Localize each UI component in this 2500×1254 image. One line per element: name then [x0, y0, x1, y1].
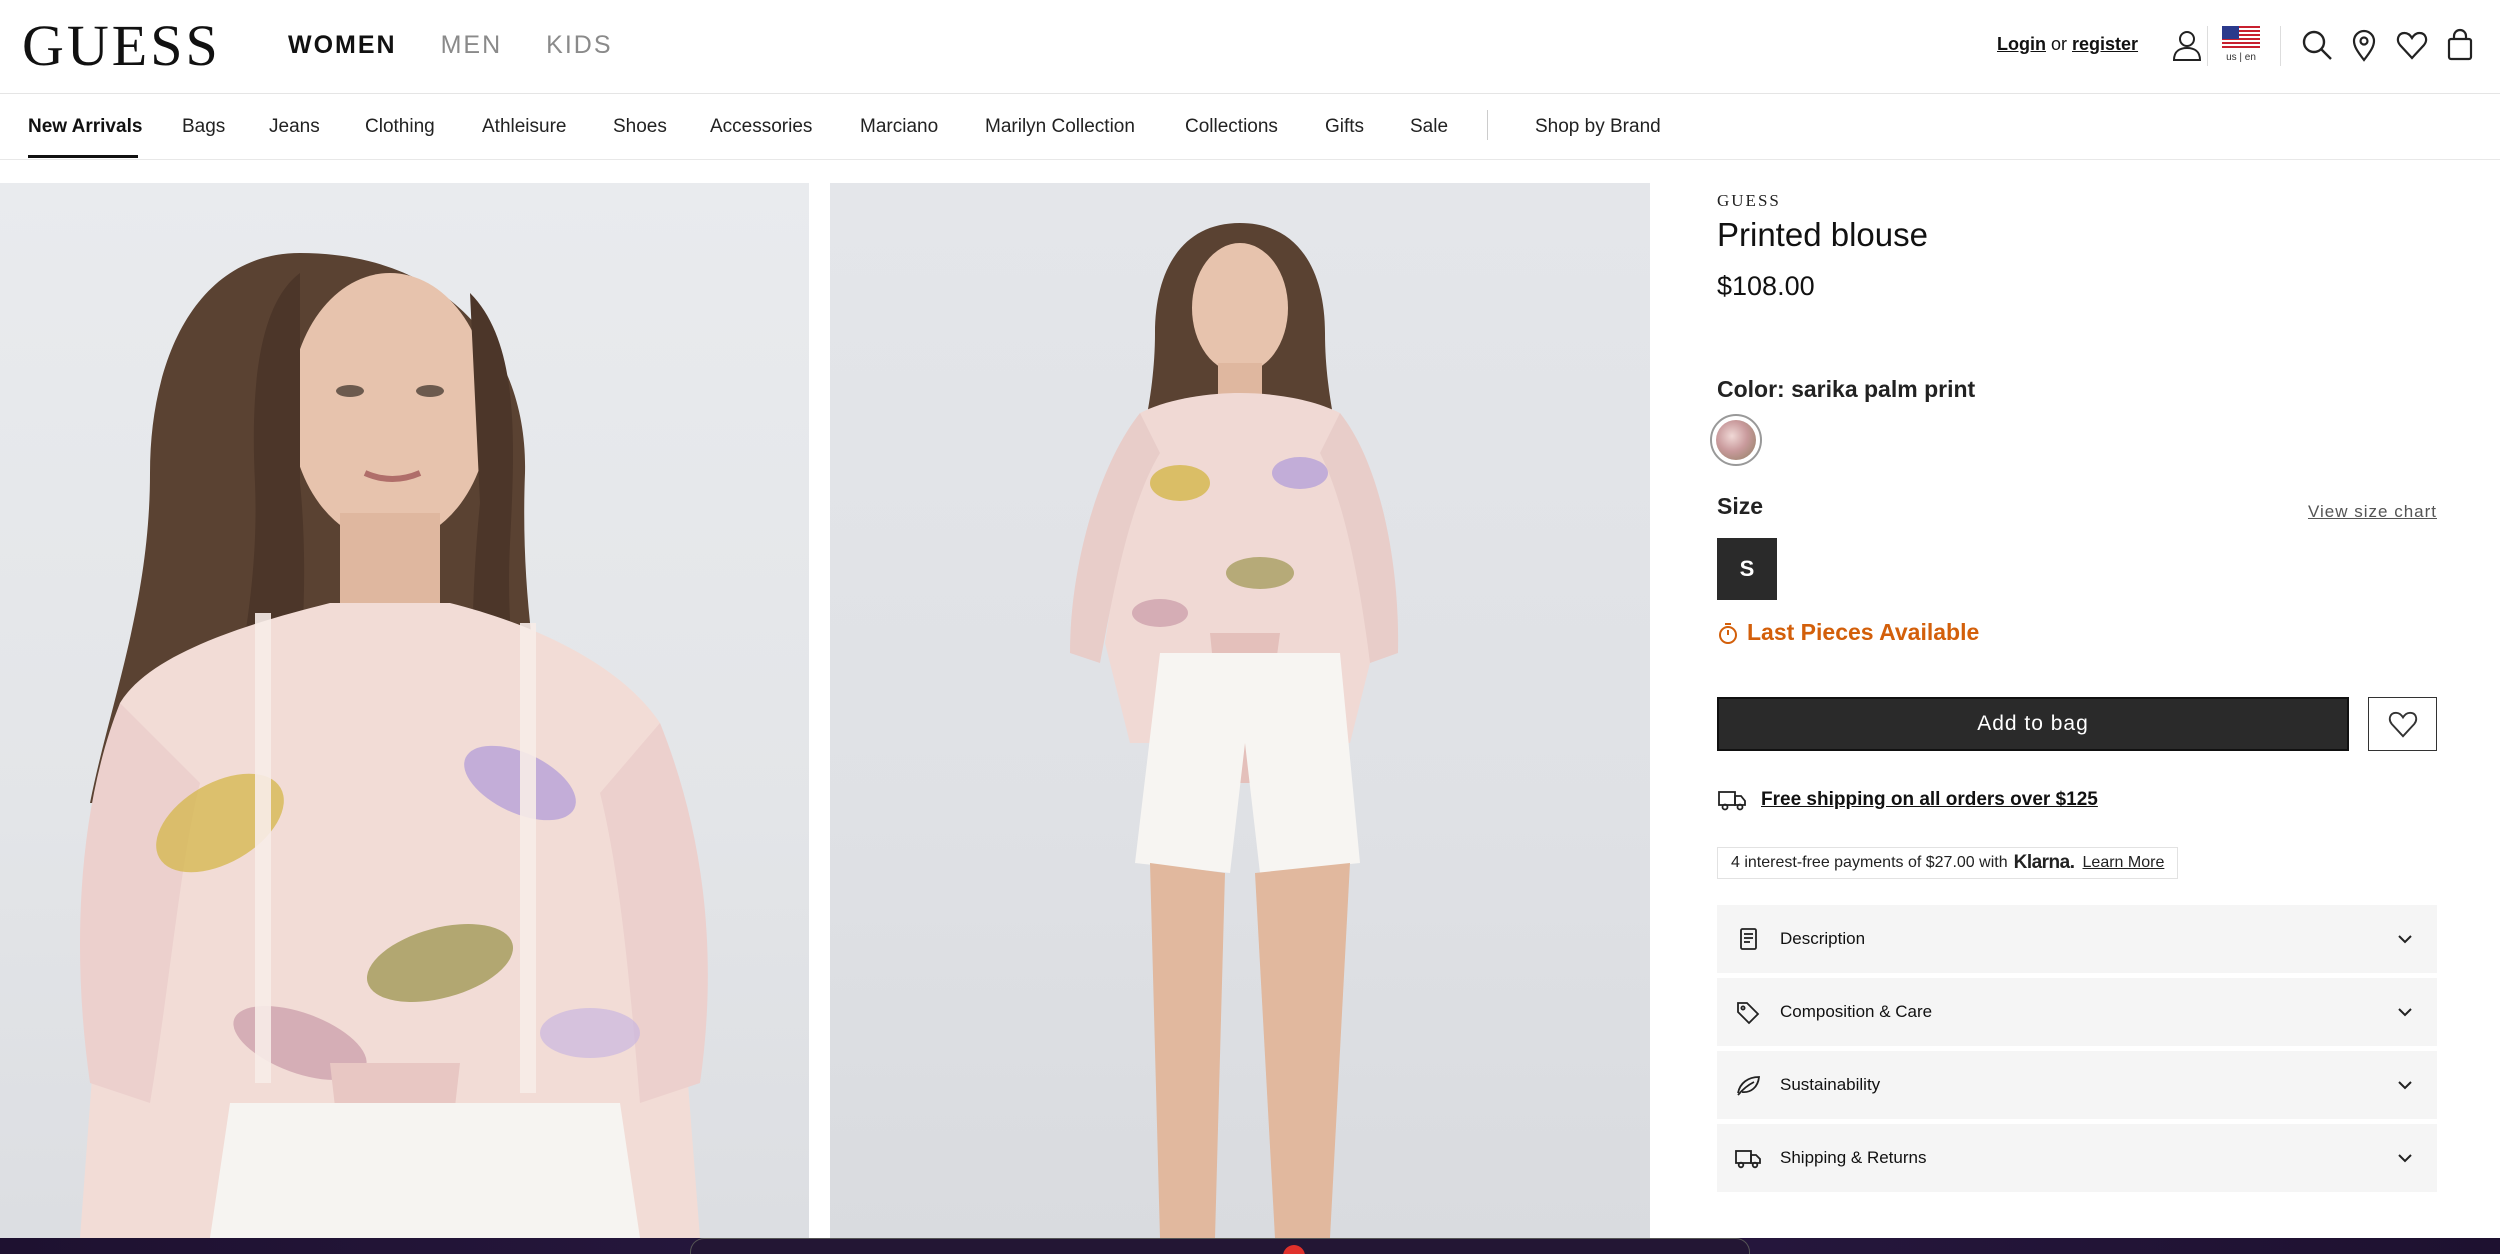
free-shipping-banner: Free shipping on all orders over $125: [1717, 788, 2098, 812]
add-to-bag-button[interactable]: Add to bag: [1717, 697, 2349, 751]
tab-women[interactable]: WOMEN: [288, 28, 397, 62]
store-locator-icon[interactable]: [2347, 28, 2381, 62]
header-divider: [2280, 26, 2281, 66]
chevron-down-icon: [2398, 1081, 2412, 1090]
product-brand: GUESS: [1717, 191, 1781, 210]
klarna-text: 4 interest-free payments of $27.00 with: [1731, 854, 2008, 871]
register-link[interactable]: register: [2072, 34, 2138, 54]
document-icon: [1740, 928, 1757, 950]
chevron-down-icon: [2398, 1008, 2412, 1017]
tab-men[interactable]: MEN: [441, 28, 503, 62]
nav-shop-by-brand[interactable]: Shop by Brand: [1535, 116, 1661, 138]
accordion-label: Composition & Care: [1780, 1002, 1933, 1021]
model-full-illustration: [1070, 223, 1399, 1238]
tag-icon: [1737, 1002, 1760, 1025]
klarna-logo: Klarna.: [2013, 852, 2075, 873]
site-header: GUESS WOMEN MEN KIDS Login or register u…: [0, 0, 2500, 94]
klarna-learn-more-link[interactable]: Learn More: [2083, 854, 2165, 872]
size-option-s[interactable]: S: [1717, 538, 1777, 600]
us-flag-icon: [2222, 26, 2260, 50]
add-to-wishlist-button[interactable]: [2368, 697, 2437, 751]
bottom-promo-tab[interactable]: [690, 1238, 1750, 1254]
product-price: $108.00: [1717, 271, 1815, 301]
nav-clothing[interactable]: Clothing: [365, 116, 435, 138]
color-swatch-sarika-palm-print[interactable]: [1710, 414, 1762, 466]
nav-divider: [1487, 110, 1488, 140]
auth-links: Login or register: [1997, 34, 2138, 55]
chevron-down-icon: [2398, 1154, 2412, 1163]
nav-sale[interactable]: Sale: [1410, 116, 1448, 138]
nav-marilyn-collection[interactable]: Marilyn Collection: [985, 116, 1135, 138]
search-icon[interactable]: [2300, 28, 2334, 62]
nav-collections[interactable]: Collections: [1185, 116, 1278, 138]
heart-icon: [2388, 711, 2417, 738]
tab-kids[interactable]: KIDS: [546, 28, 612, 62]
stock-status-text: Last Pieces Available: [1747, 619, 1980, 645]
size-label: Size: [1717, 493, 1764, 519]
nav-jeans[interactable]: Jeans: [269, 116, 320, 138]
swatch-fill: [1716, 420, 1756, 460]
klarna-payment-banner: 4 interest-free payments of $27.00 with …: [1717, 847, 2179, 879]
active-nav-underline: [28, 155, 138, 158]
nav-athleisure[interactable]: Athleisure: [482, 116, 567, 138]
leaf-icon: [1737, 1076, 1760, 1096]
truck-icon: [1718, 791, 1746, 811]
free-shipping-link[interactable]: Free shipping on all orders over $125: [1761, 789, 2098, 811]
account-icon[interactable]: [2170, 28, 2204, 62]
nav-gifts[interactable]: Gifts: [1325, 116, 1364, 138]
nav-accessories[interactable]: Accessories: [710, 116, 812, 138]
stock-status: Last Pieces Available: [1717, 619, 1979, 646]
nav-marciano[interactable]: Marciano: [860, 116, 938, 138]
wishlist-icon[interactable]: [2395, 28, 2429, 62]
truck-icon: [1735, 1150, 1761, 1169]
accordion-label: Description: [1780, 929, 1866, 948]
view-size-chart-link[interactable]: View size chart: [2308, 502, 2437, 522]
color-label: Color: sarika palm print: [1717, 376, 1976, 402]
accordion-sustainability[interactable]: Sustainability: [1717, 1051, 2437, 1119]
login-link[interactable]: Login: [1997, 34, 2046, 54]
model-closeup-illustration: [80, 253, 708, 1238]
accordion-shipping-returns[interactable]: Shipping & Returns: [1717, 1124, 2437, 1192]
product-name: Printed blouse: [1717, 216, 1928, 253]
nav-new-arrivals[interactable]: New Arrivals: [28, 116, 142, 138]
product-image-full[interactable]: [830, 183, 1650, 1238]
guess-logo[interactable]: GUESS: [22, 14, 221, 78]
header-divider: [2207, 26, 2208, 66]
accordion-label: Sustainability: [1780, 1075, 1881, 1094]
bottom-promo-bar: [0, 1238, 2500, 1254]
nav-bags[interactable]: Bags: [182, 116, 225, 138]
accordion-composition-care[interactable]: Composition & Care: [1717, 978, 2437, 1046]
timer-icon: [1719, 622, 1737, 644]
chevron-down-icon: [2398, 935, 2412, 944]
locale-selector[interactable]: us | en: [2222, 26, 2260, 68]
locale-label: us | en: [2226, 52, 2256, 63]
bag-icon[interactable]: [2443, 28, 2477, 62]
nav-shoes[interactable]: Shoes: [613, 116, 667, 138]
gender-nav: WOMEN MEN KIDS: [288, 28, 613, 62]
accordion-description[interactable]: Description: [1717, 905, 2437, 973]
or-text: or: [2050, 34, 2067, 54]
product-image-closeup[interactable]: [0, 183, 809, 1238]
accordion-label: Shipping & Returns: [1780, 1148, 1927, 1167]
category-nav: New Arrivals Bags Jeans Clothing Athleis…: [0, 95, 2500, 160]
